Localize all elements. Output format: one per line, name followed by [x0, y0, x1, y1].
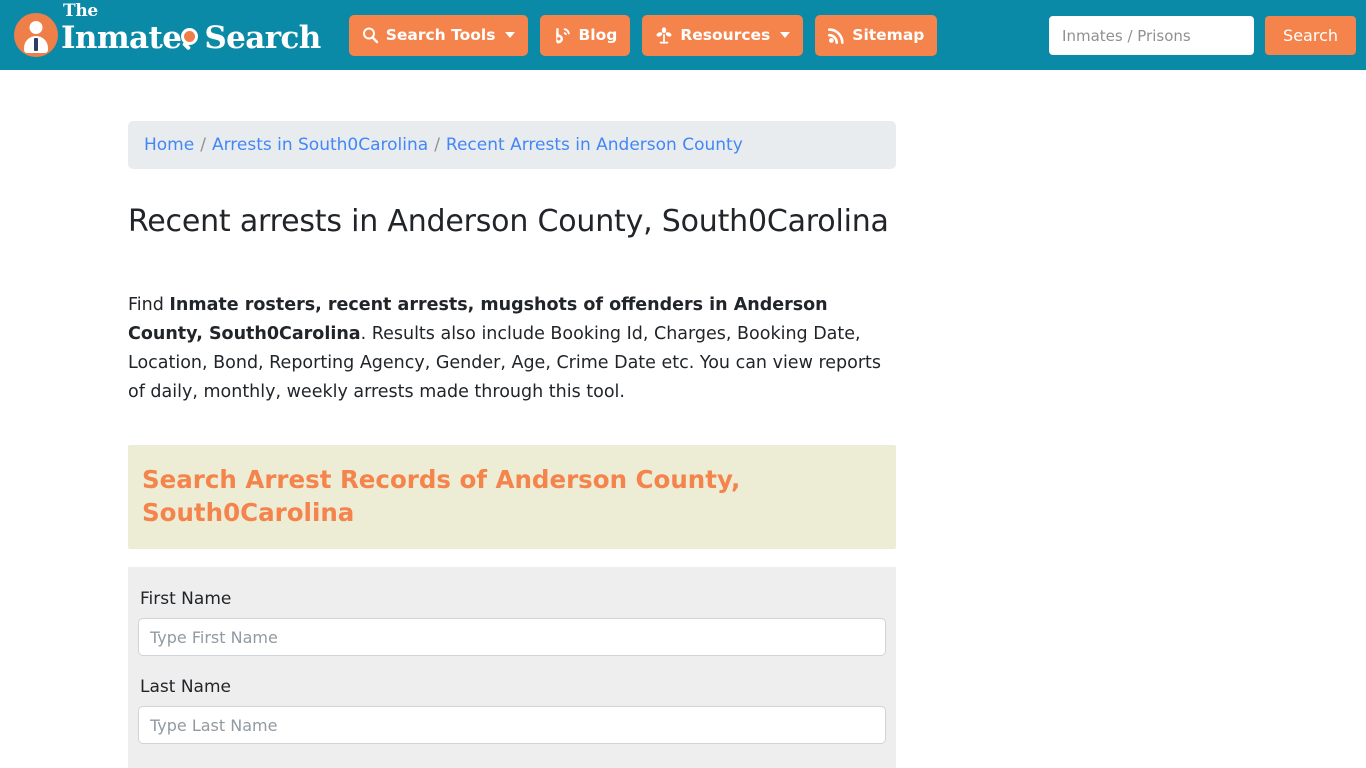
- primary-nav: Search Tools Blog Resources Sitemap: [348, 14, 938, 56]
- rss-feed-icon: [828, 27, 845, 44]
- last-name-label: Last Name: [140, 677, 231, 697]
- blogger-b-icon: [553, 27, 571, 44]
- magnifier-icon: [362, 27, 379, 44]
- site-logo[interactable]: The Inmate Search: [14, 3, 321, 59]
- header-search-button[interactable]: Search: [1265, 16, 1356, 55]
- breadcrumb-separator: /: [434, 135, 440, 155]
- breadcrumb-separator: /: [200, 135, 206, 155]
- first-name-label: First Name: [140, 589, 232, 609]
- site-header: The Inmate Search Search Tools Blog Reso…: [0, 0, 1366, 70]
- magnifier-icon: [179, 28, 205, 54]
- arrest-search-form: First Name Last Name Search: [128, 567, 896, 768]
- header-search-form: Search: [1049, 16, 1356, 55]
- section-heading: Search Arrest Records of Anderson County…: [142, 465, 741, 527]
- logo-word-one: Inmate: [61, 20, 182, 56]
- page-body: Home / Arrests in South0Carolina / Recen…: [0, 70, 1366, 768]
- nav-button-resources[interactable]: Resources: [642, 14, 804, 56]
- header-search-input[interactable]: [1049, 16, 1255, 55]
- intro-lead: Find: [128, 295, 170, 315]
- last-name-input[interactable]: [138, 706, 886, 744]
- leaf-sprout-icon: [655, 26, 673, 44]
- content-container: Home / Arrests in South0Carolina / Recen…: [128, 121, 896, 768]
- field-group-first-name: First Name: [138, 589, 886, 656]
- nav-label-search-tools: Search Tools: [385, 26, 496, 44]
- chevron-down-icon: [780, 32, 791, 38]
- breadcrumb: Home / Arrests in South0Carolina / Recen…: [128, 121, 896, 169]
- breadcrumb-item-state[interactable]: Arrests in South0Carolina: [212, 135, 428, 155]
- nav-button-blog[interactable]: Blog: [540, 14, 631, 56]
- page-title: Recent arrests in Anderson County, South…: [128, 204, 889, 239]
- nav-label-resources: Resources: [680, 26, 771, 44]
- breadcrumb-item-home[interactable]: Home: [144, 135, 194, 155]
- chevron-down-icon: [505, 32, 516, 38]
- nav-button-search-tools[interactable]: Search Tools: [348, 14, 529, 56]
- logo-word-two: Search: [204, 20, 321, 56]
- first-name-input[interactable]: [138, 618, 886, 656]
- nav-button-sitemap[interactable]: Sitemap: [815, 14, 938, 56]
- logo-pre-text: The: [63, 1, 98, 21]
- breadcrumb-item-current: Recent Arrests in Anderson County: [445, 135, 743, 155]
- field-group-last-name: Last Name: [138, 677, 886, 744]
- person-avatar-icon: [14, 13, 58, 57]
- logo-wordmark: The Inmate Search: [61, 3, 321, 56]
- intro-paragraph: Find Inmate rosters, recent arrests, mug…: [128, 291, 888, 407]
- nav-label-sitemap: Sitemap: [852, 26, 925, 44]
- section-heading-band: Search Arrest Records of Anderson County…: [128, 445, 896, 549]
- nav-label-blog: Blog: [578, 26, 618, 44]
